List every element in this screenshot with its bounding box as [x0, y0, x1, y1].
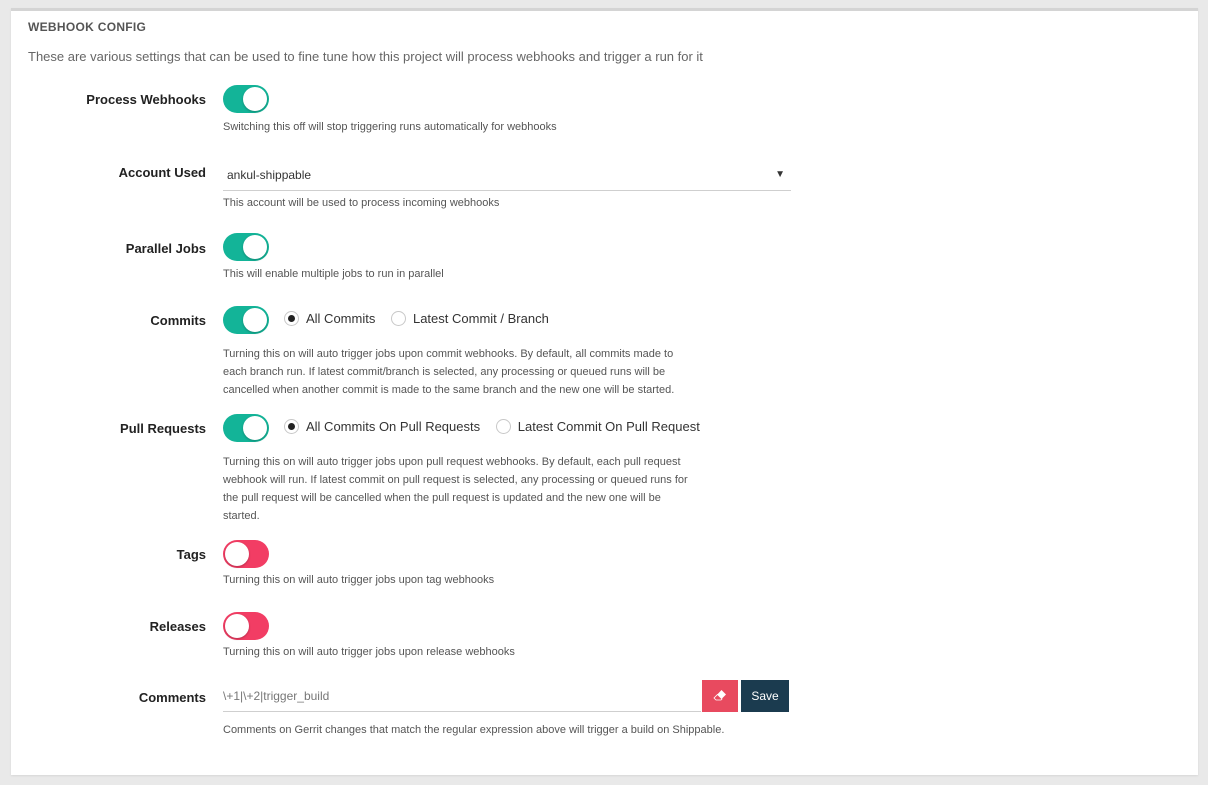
help-line: Turning this on will auto trigger jobs u… — [223, 348, 674, 360]
tags-toggle[interactable] — [223, 540, 269, 568]
radio-dot — [495, 419, 511, 434]
help-line: started. — [223, 510, 260, 522]
radio-latest-commit-on-pull-request[interactable]: Latest Commit On Pull Request — [495, 419, 700, 434]
eraser-icon — [713, 689, 727, 704]
commits-help: Turning this on will auto trigger jobs u… — [223, 345, 674, 399]
toggle-knob — [243, 308, 267, 332]
account-used-label: Account Used — [118, 165, 206, 180]
help-line: cancelled when another commit is made to… — [223, 384, 675, 396]
radio-label: Latest Commit / Branch — [412, 311, 549, 326]
process-webhooks-toggle[interactable] — [223, 85, 269, 113]
commits-radio-group: All Commits Latest Commit / Branch — [284, 311, 561, 329]
toggle-knob — [243, 87, 267, 111]
account-used-help: This account will be used to process inc… — [223, 197, 500, 209]
pull-requests-toggle[interactable] — [223, 414, 269, 442]
account-select[interactable]: ankul-shippable ▼ — [223, 165, 791, 191]
toggle-knob — [243, 416, 267, 440]
radio-label: Latest Commit On Pull Request — [517, 419, 700, 434]
releases-label: Releases — [149, 619, 206, 634]
commits-label: Commits — [150, 313, 206, 328]
pull-requests-radio-group: All Commits On Pull Requests Latest Comm… — [284, 419, 712, 437]
save-button[interactable]: Save — [741, 680, 789, 712]
panel-title: WEBHOOK CONFIG — [28, 20, 147, 34]
radio-latest-commit-branch[interactable]: Latest Commit / Branch — [390, 311, 549, 326]
help-line: Turning this on will auto trigger jobs u… — [223, 456, 681, 468]
pull-requests-help: Turning this on will auto trigger jobs u… — [223, 453, 688, 525]
parallel-jobs-toggle[interactable] — [223, 233, 269, 261]
caret-down-icon: ▼ — [775, 169, 785, 180]
process-webhooks-label: Process Webhooks — [86, 92, 206, 107]
radio-dot — [284, 419, 299, 434]
clear-button[interactable] — [702, 680, 738, 712]
radio-all-commits[interactable]: All Commits — [284, 311, 375, 326]
toggle-knob — [225, 614, 249, 638]
comments-help: Comments on Gerrit changes that match th… — [223, 724, 725, 736]
toggle-knob — [243, 235, 267, 259]
comments-label: Comments — [138, 690, 206, 705]
help-line: the pull request will be cancelled when … — [223, 492, 661, 504]
toggle-knob — [225, 542, 249, 566]
parallel-jobs-help: This will enable multiple jobs to run in… — [223, 268, 444, 280]
radio-all-commits-on-pull-requests[interactable]: All Commits On Pull Requests — [284, 419, 480, 434]
parallel-jobs-label: Parallel Jobs — [125, 241, 206, 256]
pull-requests-label: Pull Requests — [120, 421, 206, 436]
panel-description: These are various settings that can be u… — [28, 49, 703, 64]
comments-regex-input[interactable] — [223, 680, 701, 712]
releases-help: Turning this on will auto trigger jobs u… — [223, 646, 515, 658]
releases-toggle[interactable] — [223, 612, 269, 640]
process-webhooks-help: Switching this off will stop triggering … — [223, 121, 557, 133]
help-line: each branch run. If latest commit/branch… — [223, 366, 666, 378]
webhook-config-panel: WEBHOOK CONFIG These are various setting… — [11, 8, 1198, 775]
radio-dot — [390, 311, 406, 326]
radio-label: All Commits On Pull Requests — [306, 419, 481, 434]
tags-help: Turning this on will auto trigger jobs u… — [223, 574, 495, 586]
account-select-value: ankul-shippable — [227, 168, 312, 182]
radio-label: All Commits — [306, 311, 376, 326]
help-line: webhook will run. If latest commit on pu… — [223, 474, 688, 486]
commits-toggle[interactable] — [223, 306, 269, 334]
tags-label: Tags — [176, 547, 206, 562]
radio-dot — [284, 311, 299, 326]
